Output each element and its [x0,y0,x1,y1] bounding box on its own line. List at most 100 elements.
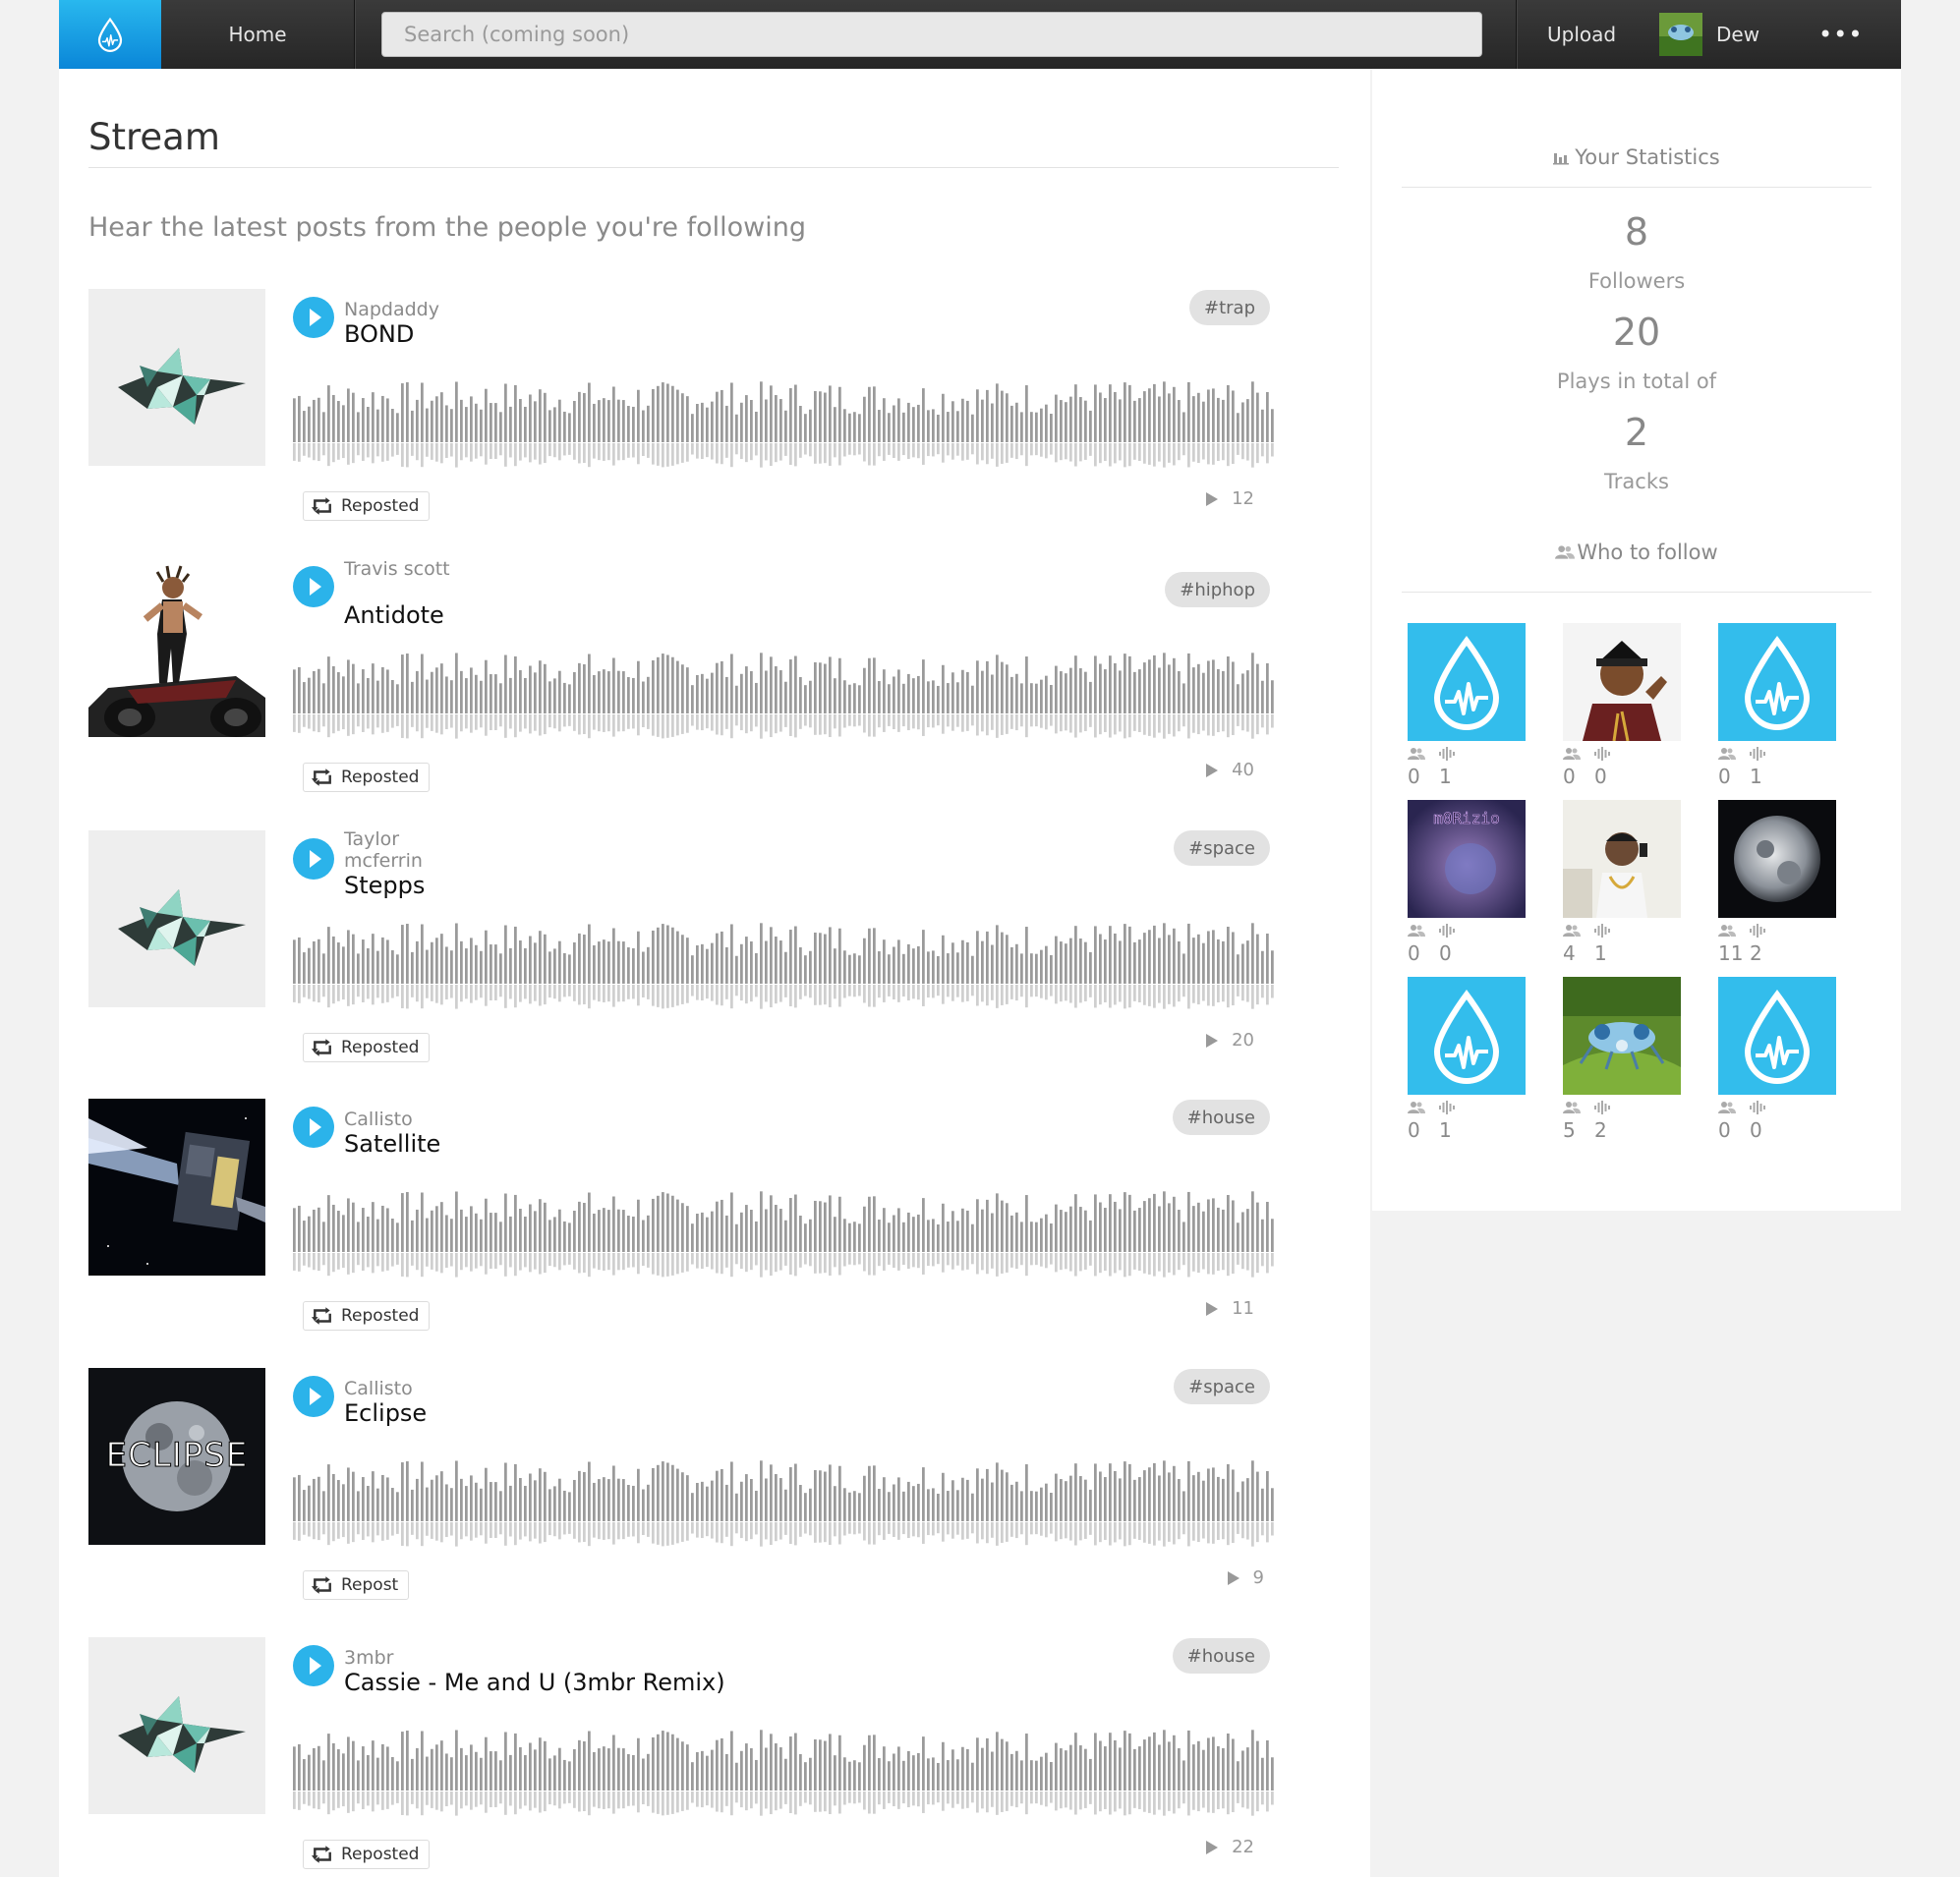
more-menu-button[interactable]: ••• [1818,0,1863,69]
track-artist[interactable]: Taylor mcferrin [344,828,462,872]
repost-button[interactable]: Reposted [303,763,431,792]
nav-divider [1516,0,1517,69]
genre-tag[interactable]: #hiphop [1165,572,1270,607]
track-title[interactable]: Cassie - Me and U (3mbr Remix) [344,1669,725,1696]
tracks-label: Tracks [1604,470,1669,493]
play-count-value: 22 [1232,1837,1254,1857]
repost-icon [312,497,333,515]
suggested-user[interactable]: 00 [1563,623,1681,788]
track-title[interactable]: Stepps [344,872,425,899]
followers-count: 4 [1563,941,1576,965]
tracks-count: 2 [1750,941,1762,965]
insect-photo-avatar [1563,977,1681,1095]
track-artwork[interactable] [88,1637,265,1814]
play-count: 20 [1206,1030,1254,1051]
followers-icon [1408,924,1425,938]
suggested-user[interactable]: 00 [1718,977,1836,1142]
user-menu[interactable]: Dew [1659,0,1759,69]
track-artist[interactable]: 3mbr [344,1647,462,1669]
suggested-user[interactable]: 01 [1718,623,1836,788]
track-artist[interactable]: Travis scott [344,558,462,580]
genre-tag[interactable]: #house [1172,1100,1270,1135]
nav-home-link[interactable]: Home [161,0,354,69]
play-count-value: 12 [1232,488,1254,509]
upload-link[interactable]: Upload [1547,0,1616,69]
top-navbar: Home Upload Dew ••• [59,0,1901,69]
tracks-count: 1 [1439,765,1452,788]
genre-tag[interactable]: #house [1172,1638,1270,1674]
suggested-user[interactable]: m0Rizio 00 [1408,800,1526,965]
track-artwork[interactable] [88,289,265,466]
suggested-user[interactable]: 11 2 [1718,800,1836,965]
repost-label: Repost [341,1575,399,1595]
stream-subtitle: Hear the latest posts from the people yo… [88,212,807,243]
track-title[interactable]: BOND [344,320,414,348]
repost-icon [312,1846,333,1863]
waveform[interactable] [293,1458,1276,1547]
genre-tag[interactable]: #space [1174,1369,1270,1404]
followers-count: 5 [1563,1118,1576,1142]
repost-icon [312,768,333,786]
user-avatar [1659,13,1702,56]
moon-avatar [1718,800,1836,918]
default-drop-avatar [1408,977,1526,1095]
search-input[interactable] [381,12,1482,57]
followers-icon [1563,1101,1581,1114]
repost-button[interactable]: Reposted [303,1301,431,1331]
repost-icon [312,1039,333,1056]
track-artwork[interactable]: ECLIPSE [88,1368,265,1545]
play-button[interactable] [293,566,334,607]
waveform[interactable] [293,379,1276,468]
play-button[interactable] [293,1645,334,1686]
followers-count: 0 [1408,941,1420,965]
play-count-icon [1206,1302,1218,1316]
track-artist[interactable]: Callisto [344,1109,462,1130]
suggested-user[interactable]: 01 [1408,977,1526,1142]
track-artist[interactable]: Napdaddy [344,299,462,320]
suggested-user[interactable]: 01 [1408,623,1526,788]
waveform[interactable] [293,921,1276,1009]
genre-tag[interactable]: #space [1174,830,1270,866]
person-photo-avatar [1563,623,1681,741]
track-artist[interactable]: Callisto [344,1378,462,1399]
repost-label: Reposted [341,496,420,516]
repost-button[interactable]: Reposted [303,491,431,521]
logo-button[interactable] [59,0,161,69]
followers-count: 0 [1408,765,1420,788]
repost-label: Reposted [341,1845,420,1864]
track-artwork[interactable] [88,560,265,737]
sidebar: Your Statistics 8 Followers 20 Plays in … [1372,69,1901,1211]
waveform[interactable] [293,1728,1276,1816]
tracks-count: 2 [1624,411,1649,454]
track-title[interactable]: Antidote [344,601,444,629]
suggested-user[interactable]: 41 [1563,800,1681,965]
play-button[interactable] [293,297,334,338]
waveform[interactable] [293,1189,1276,1278]
play-button[interactable] [293,1107,334,1148]
repost-button[interactable]: Reposted [303,1840,431,1869]
user-name: Dew [1716,23,1760,46]
drop-logo-icon [88,10,132,59]
followers-count: 0 [1408,1118,1420,1142]
play-button[interactable] [293,838,334,880]
track-title[interactable]: Satellite [344,1130,440,1158]
play-button[interactable] [293,1376,334,1417]
suggested-user[interactable]: 52 [1563,977,1681,1142]
statistics-heading-text: Your Statistics [1575,145,1720,169]
plays-count: 20 [1612,311,1661,354]
tracks-icon [1594,1101,1610,1114]
repost-button[interactable]: Reposted [303,1033,431,1062]
tracks-icon [1439,924,1455,938]
users-icon [1555,544,1575,560]
genre-tag[interactable]: #trap [1189,290,1270,325]
waveform[interactable] [293,651,1276,739]
followers-count: 8 [1624,210,1649,254]
followers-count: 0 [1718,1118,1731,1142]
tracks-count: 1 [1439,1118,1452,1142]
track-artwork[interactable] [88,830,265,1007]
track-artwork[interactable] [88,1099,265,1276]
track-title[interactable]: Eclipse [344,1399,427,1427]
track-item: 3mbr Cassie - Me and U (3mbr Remix) #hou… [88,1637,1337,1873]
page-title: Stream [88,116,220,158]
repost-button[interactable]: Repost [303,1570,410,1600]
